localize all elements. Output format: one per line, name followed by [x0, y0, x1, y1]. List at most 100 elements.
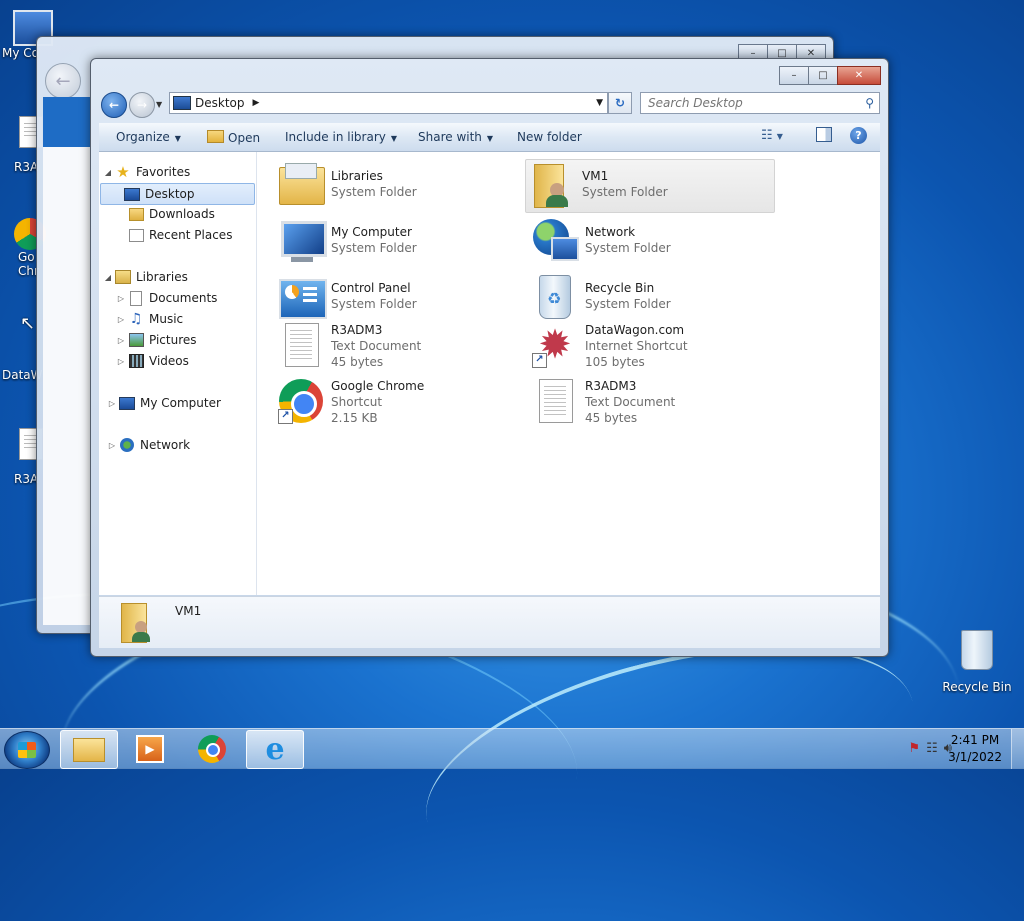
- shortcut-arrow-icon: ↗: [532, 353, 547, 368]
- forward-button[interactable]: →: [129, 92, 155, 118]
- nav-videos[interactable]: ▷ Videos: [116, 351, 189, 371]
- nav-favorites[interactable]: ◢ ★ Favorites: [103, 162, 190, 182]
- expand-arrow-icon[interactable]: ▷: [116, 315, 126, 324]
- nav-network[interactable]: ▷ Network: [107, 435, 190, 455]
- search-input[interactable]: [646, 95, 866, 111]
- preview-pane-icon[interactable]: [816, 127, 832, 142]
- list-item[interactable]: ✹ ↗ DataWagon.com Internet Shortcut 105 …: [529, 320, 777, 370]
- item-size: 45 bytes: [331, 355, 384, 369]
- collapse-arrow-icon[interactable]: ◢: [103, 168, 113, 177]
- nav-label: Libraries: [136, 270, 188, 284]
- nav-label: Documents: [149, 291, 218, 305]
- start-button[interactable]: [4, 731, 50, 769]
- libraries-icon: [115, 270, 131, 284]
- nav-label: Recent Places: [149, 228, 233, 242]
- back-arrow-icon[interactable]: ←: [45, 63, 81, 99]
- recent-pages-dropdown-icon[interactable]: ▼: [156, 100, 162, 109]
- list-item[interactable]: Control Panel System Folder: [275, 272, 523, 324]
- nav-label: Music: [149, 312, 184, 326]
- minimize-button[interactable]: –: [779, 66, 809, 85]
- nav-recent-places[interactable]: Recent Places: [126, 225, 232, 245]
- search-box[interactable]: ⚲: [640, 92, 880, 114]
- breadcrumb-arrow-icon[interactable]: ▶: [253, 98, 260, 108]
- item-type: System Folder: [585, 297, 671, 311]
- mouse-cursor-icon: ↖: [20, 313, 36, 334]
- nav-downloads[interactable]: Downloads: [126, 204, 215, 224]
- taskbar-media-player-button[interactable]: ▶: [122, 730, 178, 767]
- include-in-library-menu[interactable]: Include in library ▼: [285, 130, 397, 144]
- nav-music[interactable]: ▷ ♫ Music: [116, 309, 183, 329]
- list-item[interactable]: Libraries System Folder: [275, 160, 523, 212]
- close-button[interactable]: ✕: [837, 66, 881, 85]
- user-folder-icon: [119, 601, 159, 645]
- nav-desktop[interactable]: Desktop: [100, 183, 255, 205]
- address-dropdown-icon[interactable]: ▼: [596, 98, 603, 108]
- list-item[interactable]: VM1 System Folder: [525, 159, 775, 213]
- organize-menu[interactable]: Organize ▼: [116, 130, 181, 144]
- details-item-name: VM1: [175, 604, 202, 618]
- list-item[interactable]: ↗ Google Chrome Shortcut 2.15 KB: [275, 376, 523, 426]
- downloads-folder-icon: [128, 207, 144, 221]
- new-folder-button[interactable]: New folder: [517, 130, 582, 144]
- expand-arrow-icon[interactable]: ▷: [107, 441, 117, 450]
- dropdown-arrow-icon: ▼: [486, 134, 494, 143]
- item-name: R3ADM3: [331, 323, 383, 337]
- media-player-icon: ▶: [136, 734, 164, 763]
- explorer-window[interactable]: – □ ✕ ← → ▼ Desktop ▶ ▼ ↻ ⚲ Organize ▼ Op…: [90, 58, 889, 657]
- search-icon[interactable]: ⚲: [865, 96, 874, 110]
- back-button[interactable]: ←: [101, 92, 127, 118]
- taskbar-explorer-button[interactable]: [60, 730, 118, 769]
- internet-shortcut-icon: ✹ ↗: [531, 321, 579, 369]
- list-item[interactable]: R3ADM3 Text Document 45 bytes: [529, 376, 777, 426]
- item-type: System Folder: [331, 185, 417, 199]
- expand-arrow-icon[interactable]: ▷: [116, 336, 126, 345]
- taskbar-ie-button[interactable]: e: [246, 730, 304, 769]
- item-size: 105 bytes: [585, 355, 645, 369]
- maximize-button[interactable]: □: [808, 66, 838, 85]
- expand-arrow-icon[interactable]: ▷: [116, 357, 126, 366]
- computer-icon: [277, 217, 327, 265]
- share-with-menu[interactable]: Share with ▼: [418, 130, 493, 144]
- clock[interactable]: 2:41 PM 3/1/2022: [948, 732, 1002, 766]
- item-type: Text Document: [331, 339, 422, 353]
- collapse-arrow-icon[interactable]: ◢: [103, 273, 113, 282]
- open-folder-icon: [207, 130, 224, 143]
- item-name: Recycle Bin: [585, 281, 655, 295]
- breadcrumb-desktop[interactable]: Desktop: [195, 96, 245, 110]
- help-icon[interactable]: ?: [850, 127, 867, 144]
- item-size: 2.15 KB: [331, 411, 378, 425]
- expand-arrow-icon[interactable]: ▷: [116, 294, 126, 303]
- recent-places-icon: [128, 228, 144, 242]
- change-view-icon[interactable]: ☷ ▼: [761, 128, 783, 143]
- address-bar[interactable]: Desktop ▶ ▼: [169, 92, 608, 114]
- folder-icon: [73, 737, 105, 762]
- chrome-icon: ↗: [277, 377, 325, 425]
- show-desktop-button[interactable]: [1011, 729, 1024, 769]
- navigation-pane: ◢ ★ Favorites Desktop Downloads Recent P…: [99, 152, 257, 595]
- list-item[interactable]: R3ADM3 Text Document 45 bytes: [275, 320, 523, 370]
- desktop-icon: [124, 187, 140, 201]
- taskbar-chrome-button[interactable]: [184, 730, 240, 767]
- expand-arrow-icon[interactable]: ▷: [107, 399, 117, 408]
- videos-icon: [128, 354, 144, 368]
- nav-documents[interactable]: ▷ Documents: [116, 288, 217, 308]
- chrome-icon: [198, 734, 226, 763]
- item-name: Google Chrome: [331, 379, 425, 393]
- organize-label: Organize: [116, 130, 170, 144]
- list-item[interactable]: My Computer System Folder: [275, 216, 523, 268]
- star-icon: ★: [116, 163, 130, 181]
- action-center-flag-icon[interactable]: ⚑: [908, 741, 920, 756]
- details-pane: VM1: [99, 596, 880, 648]
- command-bar: Organize ▼ Open Include in library ▼ Share…: [99, 123, 880, 152]
- refresh-button[interactable]: ↻: [608, 92, 632, 114]
- list-item[interactable]: ♻ Recycle Bin System Folder: [529, 272, 777, 324]
- item-name: Control Panel: [331, 281, 411, 295]
- network-status-icon[interactable]: ☷: [926, 741, 938, 756]
- list-item[interactable]: Network System Folder: [529, 216, 777, 268]
- nav-my-computer[interactable]: ▷ My Computer: [107, 393, 221, 413]
- nav-pictures[interactable]: ▷ Pictures: [116, 330, 197, 350]
- open-button[interactable]: Open: [207, 130, 260, 145]
- desktop-icon-recycle-bin[interactable]: Recycle Bin: [942, 630, 1012, 694]
- control-panel-icon: [277, 273, 327, 321]
- nav-libraries[interactable]: ◢ Libraries: [103, 267, 188, 287]
